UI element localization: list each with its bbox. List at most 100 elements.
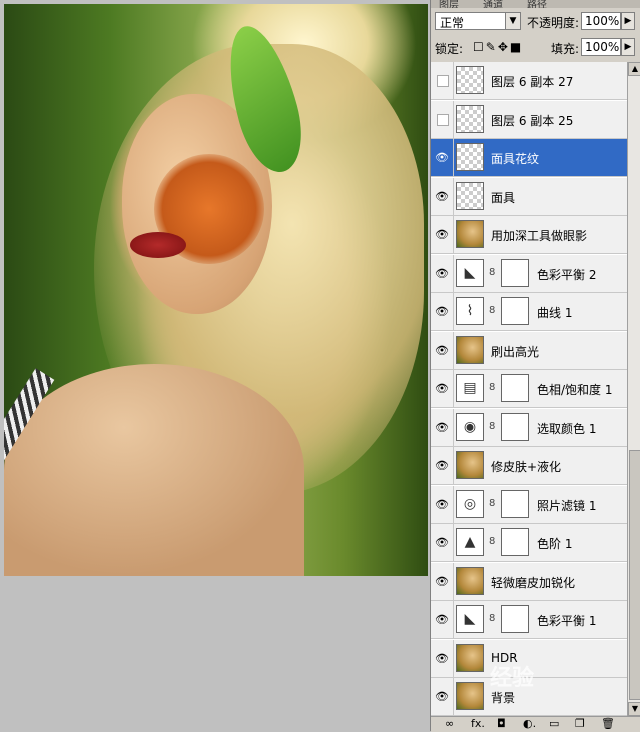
- lock-all-icon[interactable]: ■: [510, 40, 523, 54]
- balance-adjustment-icon[interactable]: ◣: [456, 258, 484, 287]
- balance-adjustment-icon[interactable]: ◣: [456, 605, 484, 633]
- trash-icon[interactable]: 🗑: [601, 717, 615, 730]
- layer-thumbnail[interactable]: [456, 143, 484, 171]
- layer-mask-thumbnail[interactable]: [501, 528, 529, 556]
- layer-thumbnail[interactable]: [456, 66, 484, 94]
- lock-brush-icon[interactable]: ✎: [486, 40, 498, 54]
- link-icon[interactable]: 8: [489, 421, 495, 432]
- layer-row[interactable]: 图层 6 副本 25: [431, 100, 627, 139]
- eye-icon[interactable]: 👁: [435, 536, 449, 550]
- new-layer-icon[interactable]: ❐: [575, 717, 585, 730]
- lock-move-icon[interactable]: ✥: [498, 40, 510, 54]
- layer-thumbnail[interactable]: [456, 451, 484, 479]
- layer-row[interactable]: 👁 修皮肤+液化: [431, 447, 627, 485]
- layer-row[interactable]: 👁 用加深工具做眼影: [431, 216, 627, 254]
- layer-thumbnail[interactable]: [456, 220, 484, 248]
- eye-icon[interactable]: 👁: [435, 421, 449, 435]
- layer-name: 刷出高光: [491, 344, 540, 359]
- chevron-down-icon[interactable]: ▼: [505, 13, 520, 29]
- link-icon[interactable]: 8: [489, 267, 495, 278]
- layer-row[interactable]: 👁 ▲ 8 色阶 1: [431, 524, 627, 562]
- row-divider: [453, 524, 454, 562]
- scrollbar-thumb[interactable]: [629, 450, 640, 700]
- link-icon[interactable]: 8: [489, 613, 495, 624]
- hidden-layer-toggle[interactable]: [437, 113, 449, 126]
- layer-mask-thumbnail[interactable]: [501, 412, 529, 441]
- tab-layers[interactable]: 图层: [439, 0, 459, 11]
- eye-icon[interactable]: 👁: [435, 228, 449, 242]
- layer-row[interactable]: 👁 ◉ 8 选取颜色 1: [431, 408, 627, 447]
- layer-row[interactable]: 👁 ◣ 8 色彩平衡 2: [431, 254, 627, 293]
- eye-icon[interactable]: 👁: [435, 151, 449, 165]
- fill-label: 填充:: [551, 42, 580, 56]
- row-divider: [453, 601, 454, 639]
- opacity-input[interactable]: 100%: [581, 12, 621, 30]
- curves-adjustment-icon[interactable]: ⌇: [456, 297, 484, 325]
- layer-row[interactable]: 👁 ◎ 8 照片滤镜 1: [431, 485, 627, 524]
- layer-thumbnail[interactable]: [456, 643, 484, 672]
- layer-row[interactable]: 👁 ▤ 8 色相/饱和度 1: [431, 370, 627, 408]
- layer-mask-thumbnail[interactable]: [501, 605, 529, 633]
- link-icon[interactable]: 8: [489, 305, 495, 316]
- hue-adjustment-icon[interactable]: ▤: [456, 374, 484, 402]
- layer-thumbnail[interactable]: [456, 181, 484, 210]
- layer-controls: 正常 ▼ 不透明度: 100% ▶ 锁定: ☐✎✥■ 填充: 100% ▶: [431, 8, 640, 62]
- layer-mask-thumbnail[interactable]: [501, 258, 529, 287]
- add-mask-icon[interactable]: ◘: [497, 717, 506, 730]
- layer-thumbnail[interactable]: [456, 566, 484, 595]
- selective-adjustment-icon[interactable]: ◉: [456, 412, 484, 441]
- row-divider: [453, 177, 454, 216]
- tab-channels[interactable]: 通道: [483, 0, 503, 11]
- eye-icon[interactable]: 👁: [435, 652, 449, 666]
- photo-lips: [130, 232, 186, 258]
- group-icon[interactable]: ▭: [549, 717, 559, 730]
- link-icon[interactable]: 8: [489, 536, 495, 547]
- eye-icon[interactable]: 👁: [435, 267, 449, 281]
- adjustment-icon[interactable]: ◐.: [523, 717, 536, 730]
- hidden-layer-toggle[interactable]: [437, 75, 449, 87]
- fill-slider-arrow-icon[interactable]: ▶: [621, 38, 635, 56]
- opacity-slider-arrow-icon[interactable]: ▶: [621, 12, 635, 30]
- filter-adjustment-icon[interactable]: ◎: [456, 489, 484, 518]
- layer-thumbnail[interactable]: [456, 682, 484, 710]
- eye-icon[interactable]: 👁: [435, 305, 449, 319]
- lock-transparent-icon[interactable]: ☐: [473, 40, 486, 54]
- eye-icon[interactable]: 👁: [435, 613, 449, 627]
- blend-mode-select[interactable]: 正常 ▼: [435, 12, 521, 30]
- layer-mask-thumbnail[interactable]: [501, 489, 529, 518]
- layer-row[interactable]: 图层 6 副本 27: [431, 62, 627, 100]
- link-icon[interactable]: ∞: [445, 717, 454, 730]
- eye-icon[interactable]: 👁: [435, 382, 449, 396]
- eye-icon[interactable]: 👁: [435, 690, 449, 704]
- link-icon[interactable]: 8: [489, 382, 495, 393]
- tab-paths[interactable]: 路径: [527, 0, 547, 11]
- row-divider: [453, 254, 454, 293]
- scroll-up-icon[interactable]: ▲: [628, 62, 640, 76]
- link-icon[interactable]: 8: [489, 498, 495, 509]
- layer-row[interactable]: 👁 面具花纹: [431, 139, 627, 177]
- eye-icon[interactable]: 👁: [435, 459, 449, 473]
- scroll-down-icon[interactable]: ▼: [628, 702, 640, 716]
- layer-thumbnail[interactable]: [456, 104, 484, 133]
- layer-row[interactable]: 👁 刷出高光: [431, 331, 627, 370]
- layer-mask-thumbnail[interactable]: [501, 297, 529, 325]
- eye-icon[interactable]: 👁: [435, 498, 449, 512]
- row-divider: [453, 562, 454, 601]
- row-divider: [453, 447, 454, 485]
- layer-row[interactable]: 👁 轻微磨皮加锐化: [431, 562, 627, 601]
- layer-row[interactable]: 👁 ◣ 8 色彩平衡 1: [431, 601, 627, 639]
- eye-icon[interactable]: 👁: [435, 575, 449, 589]
- photo-canvas[interactable]: [4, 4, 428, 576]
- row-divider: [453, 139, 454, 177]
- levels-adjustment-icon[interactable]: ▲: [456, 528, 484, 556]
- layer-row[interactable]: 👁 ⌇ 8 曲线 1: [431, 293, 627, 331]
- eye-icon[interactable]: 👁: [435, 190, 449, 204]
- fx-icon[interactable]: fx.: [471, 717, 485, 730]
- layer-list: 图层 6 副本 27 图层 6 副本 25 👁 面具花纹 👁 面具 👁 用加深工具做眼影 👁 ◣ 8…: [431, 62, 627, 716]
- layer-thumbnail[interactable]: [456, 335, 484, 364]
- layer-row[interactable]: 👁 面具: [431, 177, 627, 216]
- layer-list-scrollbar[interactable]: ▲ ▼: [627, 62, 640, 716]
- fill-input[interactable]: 100%: [581, 38, 621, 56]
- eye-icon[interactable]: 👁: [435, 344, 449, 358]
- layer-mask-thumbnail[interactable]: [501, 374, 529, 402]
